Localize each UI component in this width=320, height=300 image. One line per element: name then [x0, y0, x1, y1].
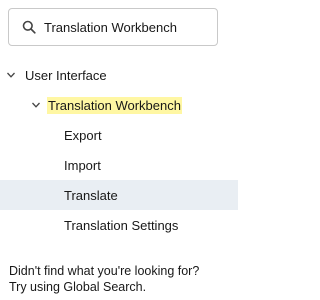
no-results-hint: Didn't find what you're looking for? Try… — [9, 263, 199, 295]
tree-node-label-highlighted: Translation Workbench — [47, 96, 182, 114]
hint-line-1: Didn't find what you're looking for? — [9, 264, 200, 278]
tree-leaf-label: Translation Settings — [64, 217, 179, 233]
tree-leaf-translate[interactable]: Translate — [0, 180, 238, 210]
quick-find-search-box[interactable] — [8, 8, 218, 46]
tree-leaf-label: Import — [64, 157, 101, 173]
chevron-down-icon[interactable] — [31, 100, 41, 110]
tree-leaf-export[interactable]: Export — [0, 120, 238, 150]
tree-node-label: User Interface — [25, 67, 107, 83]
setup-navigation-panel: User Interface Translation Workbench Exp… — [0, 0, 238, 300]
chevron-down-icon[interactable] — [6, 70, 16, 80]
hint-line-2: Try using Global Search. — [9, 280, 147, 294]
tree-node-translation-workbench[interactable]: Translation Workbench — [0, 90, 238, 120]
tree-node-user-interface[interactable]: User Interface — [0, 60, 238, 90]
quick-find-input[interactable] — [44, 17, 214, 37]
tree-leaf-label: Translate — [64, 187, 118, 203]
tree-leaf-translation-settings[interactable]: Translation Settings — [0, 210, 238, 240]
tree-leaf-import[interactable]: Import — [0, 150, 238, 180]
tree-leaf-label: Export — [64, 127, 102, 143]
search-icon — [22, 20, 36, 34]
